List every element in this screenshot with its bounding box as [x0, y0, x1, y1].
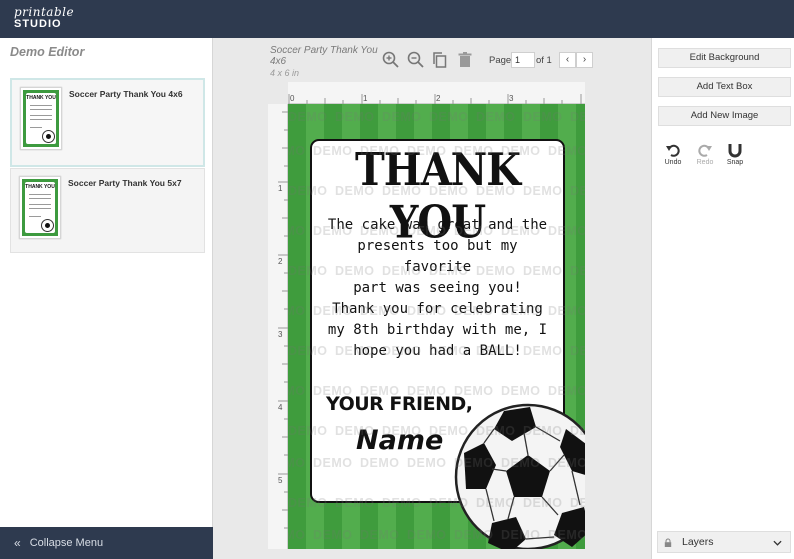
top-bar: printable STUDIO: [0, 0, 794, 38]
lock-icon: [664, 538, 672, 547]
collapse-menu-button[interactable]: « Collapse Menu: [0, 527, 213, 559]
vertical-ruler: 1 2 3 4 5: [268, 104, 288, 549]
soccer-ball-icon: [42, 130, 55, 143]
page-number-input[interactable]: [511, 52, 535, 68]
design-canvas[interactable]: THANK YOU The cake was great and the pre…: [288, 104, 585, 549]
chevron-right-icon: ›: [582, 54, 587, 65]
document-size: 4 x 6 in: [270, 68, 300, 78]
watermark-row: DEMODEMODEMODEMODEMODEMODEMO: [288, 110, 585, 124]
logo-line-2: STUDIO: [14, 18, 62, 30]
undo-button[interactable]: Undo: [660, 142, 686, 166]
previous-page-button[interactable]: ‹: [559, 52, 576, 68]
template-name: Soccer Party Thank You 5x7: [68, 178, 182, 188]
chevron-down-icon: [773, 540, 782, 546]
template-name: Soccer Party Thank You 4x6: [69, 89, 183, 99]
template-sidebar: Demo Editor THANK YOU Soccer Party Thank…: [0, 38, 213, 559]
app-logo[interactable]: printable STUDIO: [14, 6, 74, 30]
magnet-icon: [728, 144, 742, 158]
chevron-left-icon: ‹: [565, 54, 570, 65]
collapse-menu-label: Collapse Menu: [29, 537, 104, 549]
template-item-5x7[interactable]: THANK YOU Soccer Party Thank You 5x7: [10, 168, 205, 253]
card-name[interactable]: Name: [356, 425, 443, 456]
layers-label: Layers: [682, 536, 714, 548]
trash-icon: [458, 52, 472, 67]
card-signoff[interactable]: YOUR FRIEND,: [326, 393, 473, 415]
card-message-2[interactable]: Thank you for celebrating my 8th birthda…: [322, 299, 553, 362]
logo-line-1: printable: [14, 5, 75, 19]
tools-panel: Edit Background Add Text Box Add New Ima…: [651, 38, 794, 559]
ruler-label: 1: [363, 94, 368, 103]
layers-dropdown[interactable]: Layers: [657, 531, 791, 553]
soccer-ball-icon: [41, 219, 54, 232]
zoom-out-icon: [407, 51, 424, 68]
copy-icon: [433, 52, 447, 68]
zoom-in-button[interactable]: [381, 50, 401, 70]
ruler-label: 1: [278, 184, 283, 193]
delete-button[interactable]: [455, 50, 475, 70]
redo-icon: [698, 144, 712, 157]
sidebar-title: Demo Editor: [10, 45, 85, 59]
next-page-button[interactable]: ›: [576, 52, 593, 68]
ruler-label: 3: [278, 330, 283, 339]
add-new-image-button[interactable]: Add New Image: [658, 106, 791, 126]
ruler-corner: [268, 82, 288, 104]
snap-button[interactable]: Snap: [722, 142, 748, 166]
edit-background-button[interactable]: Edit Background: [658, 48, 791, 68]
document-title: Soccer Party Thank You 4x6: [270, 45, 378, 67]
ruler-label: 4: [278, 403, 283, 412]
ruler-label: 3: [509, 94, 514, 103]
horizontal-ruler: 0 1 2 3: [288, 82, 585, 104]
add-text-box-button[interactable]: Add Text Box: [658, 77, 791, 97]
zoom-out-button[interactable]: [406, 50, 426, 70]
thumbnail-title: THANK YOU: [26, 95, 56, 101]
ruler-label: 5: [278, 476, 283, 485]
ruler-label: 2: [436, 94, 441, 103]
undo-icon: [666, 144, 680, 157]
redo-button[interactable]: Redo: [692, 142, 718, 166]
double-chevron-left-icon: «: [14, 536, 21, 550]
ruler-label: 2: [278, 257, 283, 266]
template-item-4x6[interactable]: THANK YOU Soccer Party Thank You 4x6: [10, 78, 205, 167]
card-message-1[interactable]: The cake was great and the presents too …: [322, 215, 553, 299]
page-label: Page: [489, 55, 512, 66]
thumbnail-title: THANK YOU: [25, 184, 55, 190]
zoom-in-icon: [382, 51, 399, 68]
ruler-label: 0: [290, 94, 295, 103]
template-thumbnail: THANK YOU: [20, 87, 62, 150]
page-count: of 1: [536, 55, 552, 66]
template-thumbnail: THANK YOU: [19, 176, 61, 239]
soccer-ball-image[interactable]: [454, 397, 585, 549]
duplicate-button[interactable]: [430, 50, 450, 70]
